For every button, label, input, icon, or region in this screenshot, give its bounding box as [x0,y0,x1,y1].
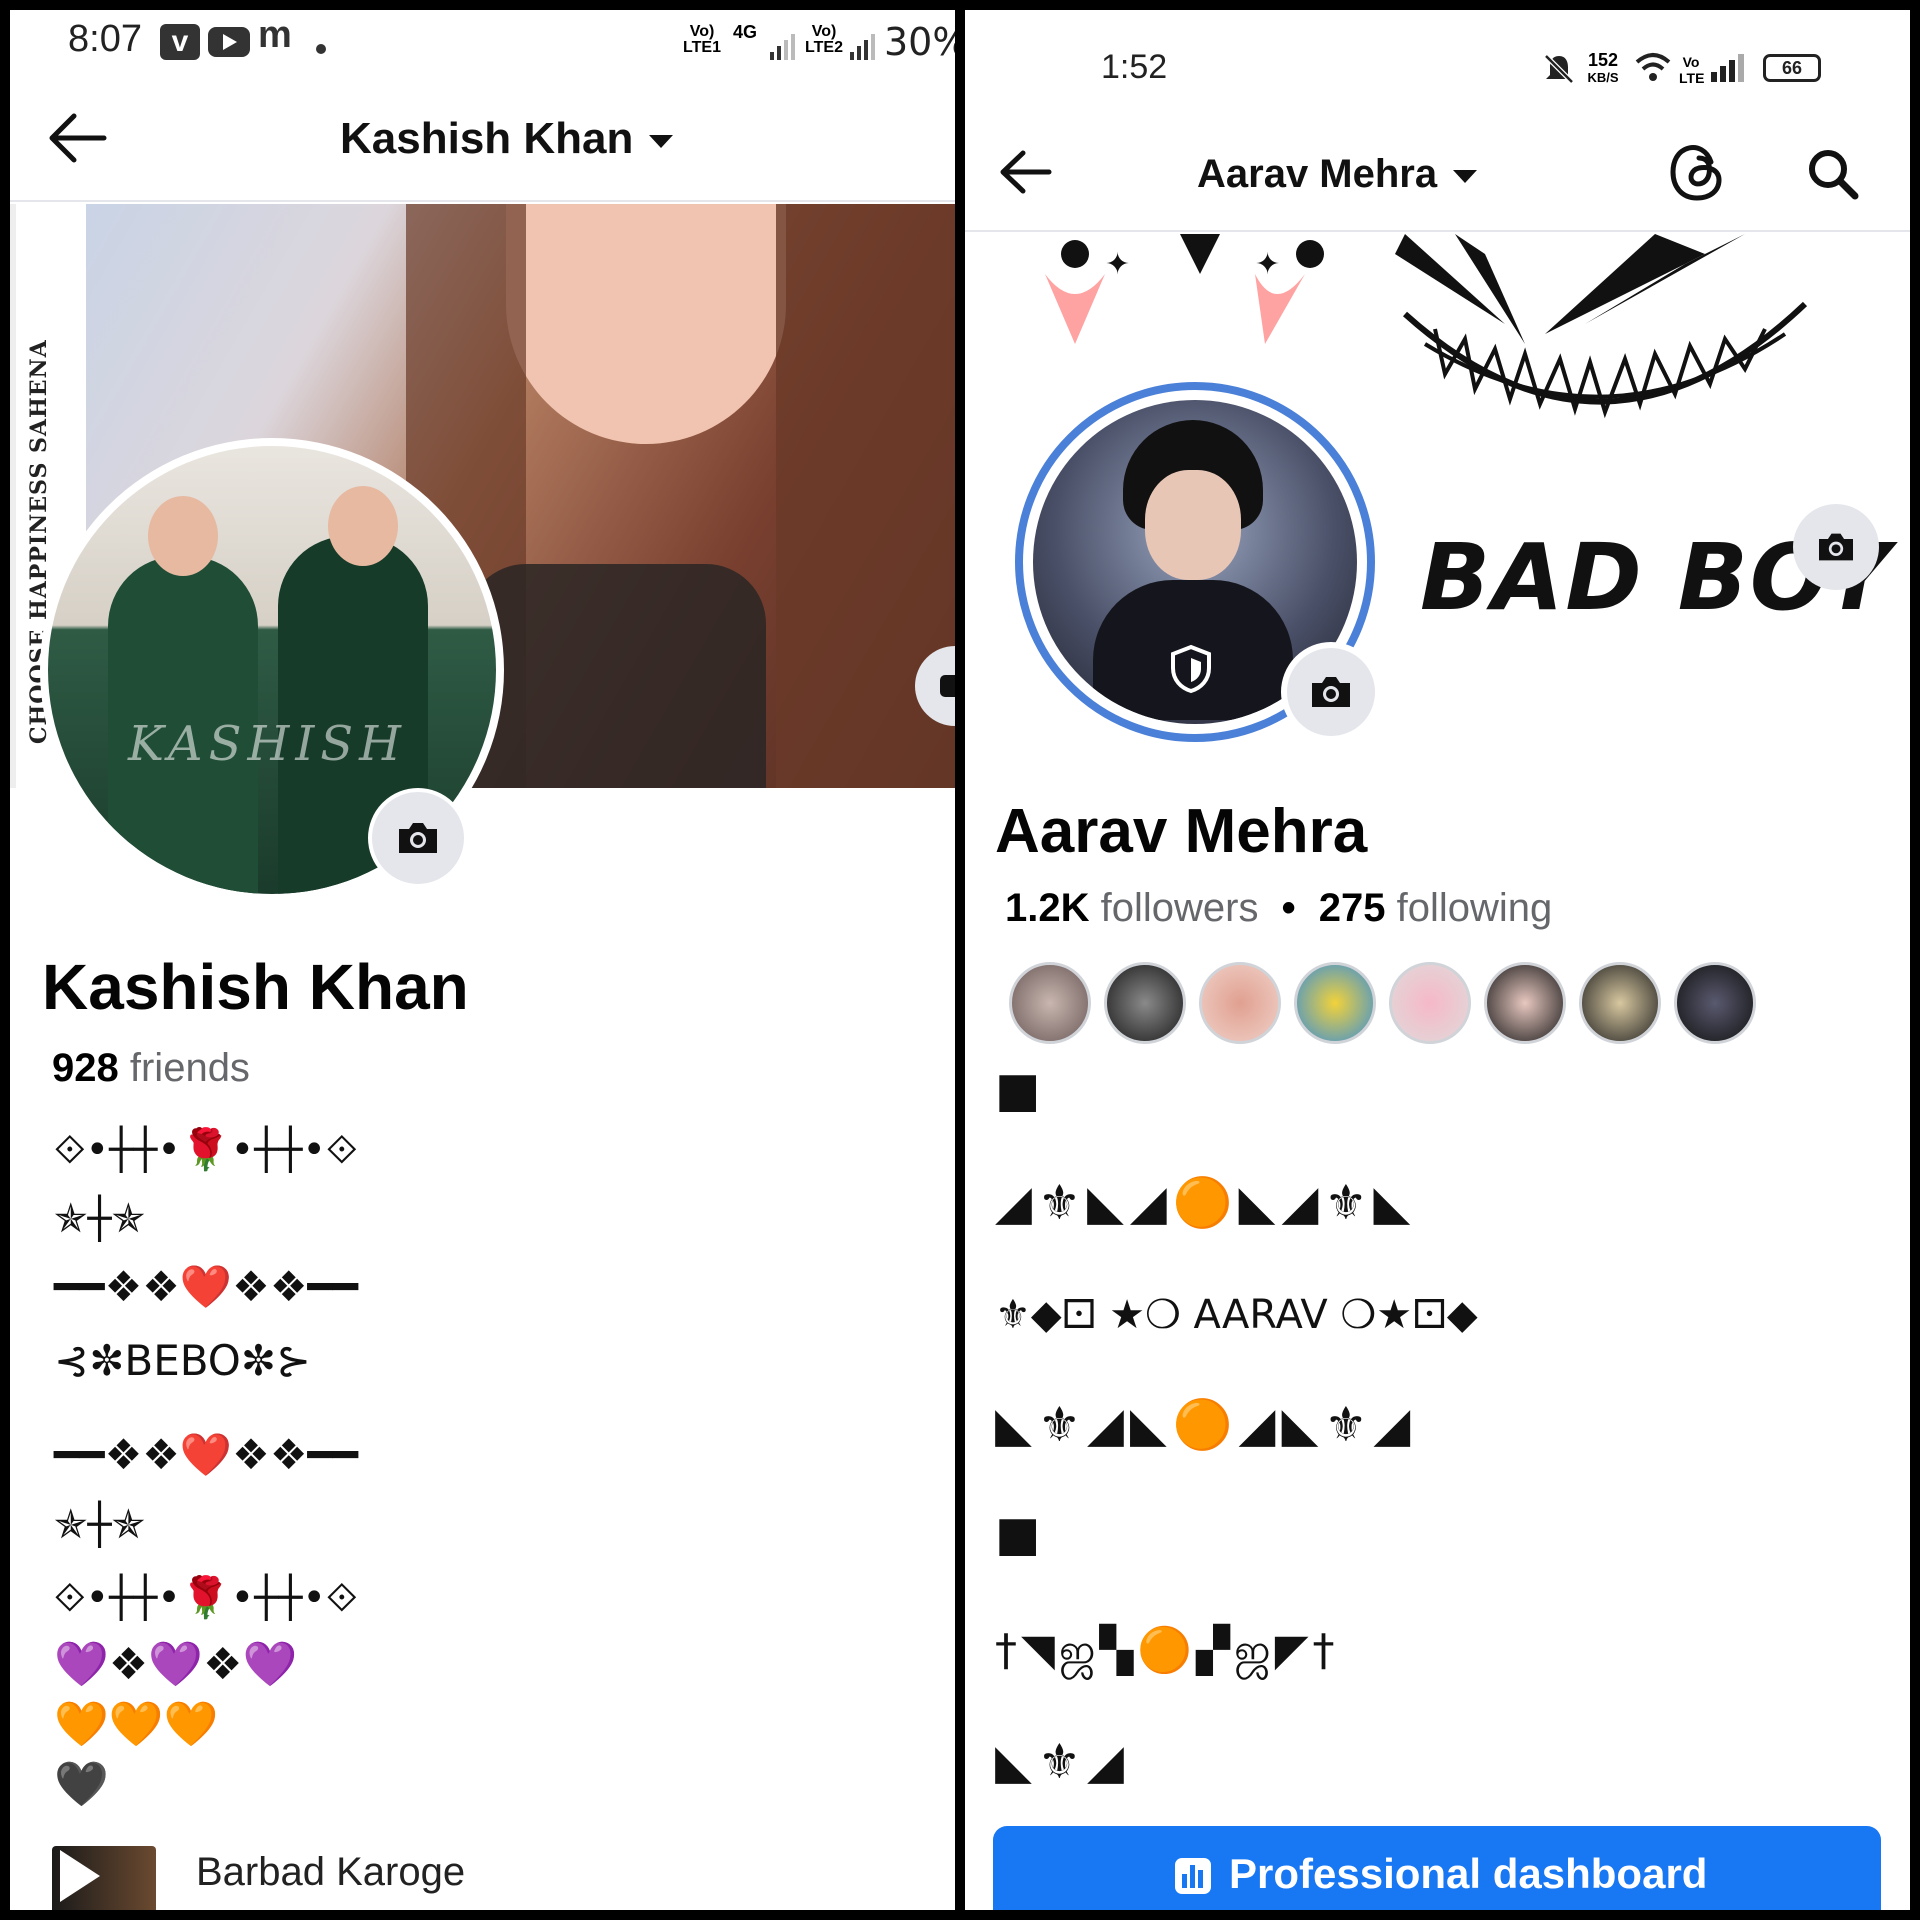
right-profile-screen: 1:52 152 KB/S Vo LTE 66 Aarav Mehra ✦ ✦ … [965,10,1910,1910]
bio-line: †◥ஜ▚🟠▞ஜ◤† [995,1625,1339,1676]
sim2-volte-label: Vo) LTE2 [805,23,843,56]
cover-camera-button[interactable] [1793,504,1879,590]
bio-line: ✯┼✯ [54,1196,146,1242]
search-icon[interactable] [1805,146,1861,202]
avatar-face-shape [1145,470,1241,580]
bio-line: 🖤 [54,1759,109,1810]
bio-line: ⚜◆⚀ ★❍ AARAV ❍★⚀◆ [995,1292,1478,1338]
friend-avatar[interactable] [1199,962,1281,1044]
back-arrow-icon[interactable] [997,148,1053,196]
mute-bell-icon [1544,54,1574,84]
friends-count-row[interactable]: 928 friends [52,1046,250,1091]
avatar-camera-button[interactable] [368,788,468,888]
svg-text:✦: ✦ [1255,247,1280,282]
chart-icon [1175,1858,1211,1894]
music-thumbnail [52,1846,156,1910]
profile-name: Aarav Mehra [995,797,1368,866]
shield-icon [1171,644,1211,694]
profile-header-bar: Aarav Mehra [965,110,1910,232]
svg-text:✦: ✦ [1105,247,1130,282]
play-icon [60,1850,100,1902]
friends-label: friends [129,1046,250,1090]
header-title: Aarav Mehra [1197,152,1438,196]
friend-avatar[interactable] [1294,962,1376,1044]
bio-line: ◣⚜◢◣🟠◢◣⚜◢ [995,1397,1417,1453]
bio-line: ⊰✼BEBO✼⊱ [54,1336,312,1385]
notification-dot-icon [316,44,326,54]
bio-line: ⟐•┼┼•🌹•┼┼•⟐ [54,1127,358,1173]
bio-line: ◣⚜◢ [995,1734,1130,1790]
chevron-down-icon [1453,169,1478,183]
friend-avatar[interactable] [1484,962,1566,1044]
chevron-down-icon [649,134,674,148]
following-label: following [1396,886,1553,930]
profile-header-bar: Kashish Khan [10,78,955,202]
followers-count: 1.2K [1005,886,1090,930]
following-count: 275 [1318,886,1386,930]
cover-face-shape [506,204,786,444]
net-speed-value: 152 [1587,50,1619,70]
dashboard-label: Professional dashboard [1229,1850,1708,1897]
camera-icon [399,823,437,853]
camera-icon [1312,677,1350,707]
bio-line: ✯┼✯ [54,1502,146,1548]
bio-line: ━━❖❖❤️❖❖━━ [54,1430,359,1479]
v-app-icon: v [160,24,200,60]
header-title: Kashish Khan [340,114,634,163]
bio-line: 🧡🧡🧡 [54,1699,219,1750]
professional-dashboard-button[interactable]: Professional dashboard [993,1826,1881,1910]
avatar-face-shape [328,486,398,566]
status-time: 1:52 [1101,48,1168,86]
camera-icon [940,675,955,697]
signal1-icon [770,34,795,60]
status-bar: 1:52 152 KB/S Vo LTE 66 [965,10,1910,110]
header-profile-switcher[interactable]: Aarav Mehra [1197,152,1478,197]
avatar-watermark: KASHISH [128,716,408,772]
music-row[interactable]: Barbad Karoge [52,1838,752,1910]
signal2-icon [850,34,875,60]
avatar-face-shape [148,496,218,576]
battery-percent: 30% [884,20,955,64]
cover-scarf-shape [466,564,766,788]
back-arrow-icon[interactable] [44,110,108,166]
sim1-volte-label: Vo) LTE1 [683,23,721,56]
bio-line: ■ [995,1506,1041,1562]
status-bar: 8:07 v m Vo) LTE1 4G Vo) LTE2 30% [10,10,955,78]
net-speed: 152 KB/S [1581,50,1625,86]
bio-line: ■ [995,1062,1041,1118]
followers-label: followers [1100,886,1259,930]
bio-line: ⟐•┼┼•🌹•┼┼•⟐ [54,1575,358,1621]
volte-label: Vo LTE [1679,54,1705,86]
bio-line: ◢⚜◣◢🟠◣◢⚜◣ [995,1175,1417,1231]
friend-avatar[interactable] [1674,962,1756,1044]
left-profile-screen: 8:07 v m Vo) LTE1 4G Vo) LTE2 30% Kashis… [10,10,955,1910]
friend-avatar[interactable] [1389,962,1471,1044]
status-time: 8:07 [68,18,142,60]
signal-icon [1711,54,1744,82]
m-app-icon: m [258,14,292,56]
friend-avatar[interactable] [1009,962,1091,1044]
profile-name: Kashish Khan [42,951,469,1023]
music-title: Barbad Karoge [196,1850,466,1894]
bio-line: ━━❖❖❤️❖❖━━ [54,1262,359,1311]
follow-stats-row[interactable]: 1.2K followers • 275 following [1005,886,1552,931]
youtube-icon [208,27,250,57]
header-profile-switcher[interactable]: Kashish Khan [340,114,674,164]
avatar-camera-button[interactable] [1281,642,1381,742]
wifi-icon [1635,53,1671,81]
battery-level: 66 [1781,58,1803,78]
friends-count: 928 [52,1046,119,1090]
friend-avatar[interactable] [1104,962,1186,1044]
camera-icon [1819,533,1853,561]
network-type-label: 4G [732,22,757,42]
bio-line: 💜❖💜❖💜 [54,1639,298,1690]
threads-icon[interactable] [1667,140,1727,204]
friend-avatar[interactable] [1579,962,1661,1044]
battery-icon: 66 [1763,54,1821,82]
net-speed-unit: KB/S [1587,70,1619,85]
separator-dot: • [1281,886,1296,930]
